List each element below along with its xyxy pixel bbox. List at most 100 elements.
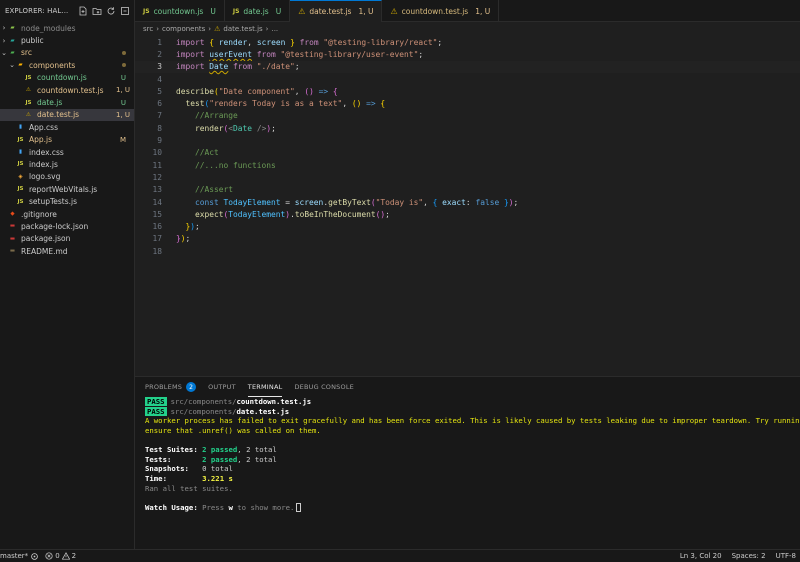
terminal[interactable]: PASS src/components/countdown.test.js PAS… — [135, 397, 800, 512]
terminal-blank — [145, 435, 800, 445]
file-item[interactable]: JS countdown.js U — [0, 72, 134, 84]
panel-tab[interactable]: PROBLEMS 2 — [145, 377, 197, 397]
branch-name: master* — [0, 552, 29, 560]
dot-icon — [122, 50, 126, 55]
code-token: //Arrange — [176, 111, 238, 121]
indentation[interactable]: Spaces: 2 — [732, 552, 766, 560]
editor-tab[interactable]: JS date.js U — [225, 0, 291, 22]
file-item[interactable]: ▮ App.css — [0, 121, 134, 133]
panel-tab[interactable]: OUTPUT — [208, 377, 236, 397]
breadcrumb-components[interactable]: components — [162, 25, 205, 33]
editor-tab[interactable]: ⚠ countdown.test.js 1, U — [382, 0, 500, 22]
code-token: TodayElement — [223, 197, 281, 207]
code-token: //Act — [176, 148, 219, 158]
code-token: render — [218, 37, 248, 47]
breadcrumb-more[interactable]: ... — [271, 25, 278, 33]
file-item[interactable]: JS index.js — [0, 158, 134, 170]
tree-item-label: index.css — [29, 147, 64, 157]
javascript-file-icon: JS — [143, 7, 150, 15]
tree-item-label: countdown.js — [37, 73, 87, 83]
tree-item-label: src — [21, 48, 32, 58]
javascript-file-icon: JS — [232, 7, 240, 15]
code-token: => — [318, 86, 333, 96]
new-file-icon[interactable] — [78, 6, 88, 16]
breadcrumb-file[interactable]: date.test.js — [223, 25, 262, 33]
tree-item-label: date.js — [37, 98, 63, 108]
folder-item[interactable]: ⌄ ▰ src — [0, 47, 134, 59]
status-bar: master* 0 2 Ln 3, Col 20 Spaces: 2 UTF-8 — [0, 549, 800, 562]
file-item[interactable]: ▬ package.json — [0, 233, 134, 245]
code-token: } — [176, 222, 191, 232]
tree-item-label: logo.svg — [29, 172, 61, 182]
code-token: Date — [209, 62, 229, 72]
folder-item[interactable]: › ▰ public — [0, 34, 134, 46]
suites-summary: Test Suites: 2 passed, 2 total — [145, 445, 800, 455]
panel-tab-label: DEBUG CONSOLE — [294, 383, 354, 391]
javascript-file-icon: JS — [17, 161, 24, 168]
file-item[interactable]: ⚠ date.test.js 1, U — [0, 108, 134, 122]
tab-status: U — [275, 6, 282, 16]
summary-label: Tests: — [145, 454, 203, 464]
file-item[interactable]: JS App.js M — [0, 134, 134, 146]
file-item[interactable]: JS reportWebVitals.js — [0, 183, 134, 195]
javascript-file-icon: JS — [17, 186, 24, 193]
code-token: , — [294, 86, 305, 96]
chevron-down-icon: ⌄ — [1, 48, 7, 57]
branch-indicator[interactable]: master* — [0, 552, 39, 561]
code-token: import — [176, 37, 210, 47]
warning-count: 2 — [71, 552, 77, 560]
src-folder-icon: ▰ — [10, 49, 15, 56]
summary-total: , 2 total — [237, 445, 277, 455]
tree-item-label: reportWebVitals.js — [29, 184, 98, 194]
git-status-badge: M — [119, 135, 126, 144]
code-token: "Date component" — [218, 86, 295, 96]
node-folder-icon: ▰ — [10, 25, 15, 32]
line-number: 13 — [152, 185, 162, 195]
code-token: expect — [176, 209, 224, 219]
code-token: ; — [437, 37, 443, 47]
refresh-icon[interactable] — [106, 6, 116, 16]
file-item[interactable]: ⚠ countdown.test.js 1, U — [0, 84, 134, 96]
folder-item[interactable]: ⌄ ▰ components — [0, 59, 134, 71]
breadcrumb-src[interactable]: src — [143, 25, 153, 33]
file-item[interactable]: JS date.js U — [0, 96, 134, 108]
javascript-file-icon: JS — [25, 99, 32, 106]
code-editor[interactable]: 1 import { render, screen } from "@testin… — [135, 36, 800, 376]
file-item[interactable]: JS setupTests.js — [0, 195, 134, 207]
code-text: import userEvent from "@testing-library/… — [162, 50, 423, 59]
code-text: //Act — [162, 148, 219, 157]
file-item[interactable]: ▮ index.css — [0, 146, 134, 158]
code-token: userEvent — [209, 49, 253, 59]
panel-tab[interactable]: TERMINAL — [247, 377, 283, 397]
folder-item[interactable]: › ▰ node_modules — [0, 22, 134, 34]
line-number: 3 — [157, 62, 162, 72]
problems-indicator[interactable]: 0 2 — [45, 552, 76, 560]
file-item[interactable]: ◆ .gitignore — [0, 208, 134, 220]
collapse-all-icon[interactable] — [120, 6, 130, 16]
new-folder-icon[interactable] — [92, 6, 102, 16]
editor-tab[interactable]: ⚠ date.test.js 1, U — [290, 0, 383, 22]
code-token: { — [332, 86, 338, 96]
code-line: 11 //...no functions — [135, 159, 800, 171]
code-token: { — [380, 99, 386, 109]
sync-icon — [31, 552, 38, 560]
file-item[interactable]: ▬ README.md — [0, 245, 134, 257]
code-token: Date — [233, 123, 253, 133]
file-item[interactable]: ◈ logo.svg — [0, 171, 134, 183]
encoding[interactable]: UTF-8 — [776, 552, 796, 560]
code-token: { — [432, 197, 443, 207]
panel-tabs: PROBLEMS 2 OUTPUT TERMINAL DEBUG CONSOLE — [135, 377, 800, 397]
test-file-icon: ⚠ — [390, 6, 398, 16]
code-token: { — [209, 37, 219, 47]
code-token: , — [247, 37, 257, 47]
code-line: 6 test("renders Today is as a text", () … — [135, 97, 800, 109]
code-token: screen — [294, 197, 324, 207]
cursor-position[interactable]: Ln 3, Col 20 — [680, 552, 722, 560]
file-item[interactable]: ▬ package-lock.json — [0, 220, 134, 232]
code-text: //...no functions — [162, 161, 276, 170]
panel-tab[interactable]: DEBUG CONSOLE — [294, 377, 354, 397]
code-token: getByText — [328, 197, 371, 207]
chevron-right-icon: › — [2, 24, 6, 33]
editor-tab[interactable]: JS countdown.js U — [135, 0, 225, 22]
svg-file-icon: ◈ — [18, 173, 23, 180]
